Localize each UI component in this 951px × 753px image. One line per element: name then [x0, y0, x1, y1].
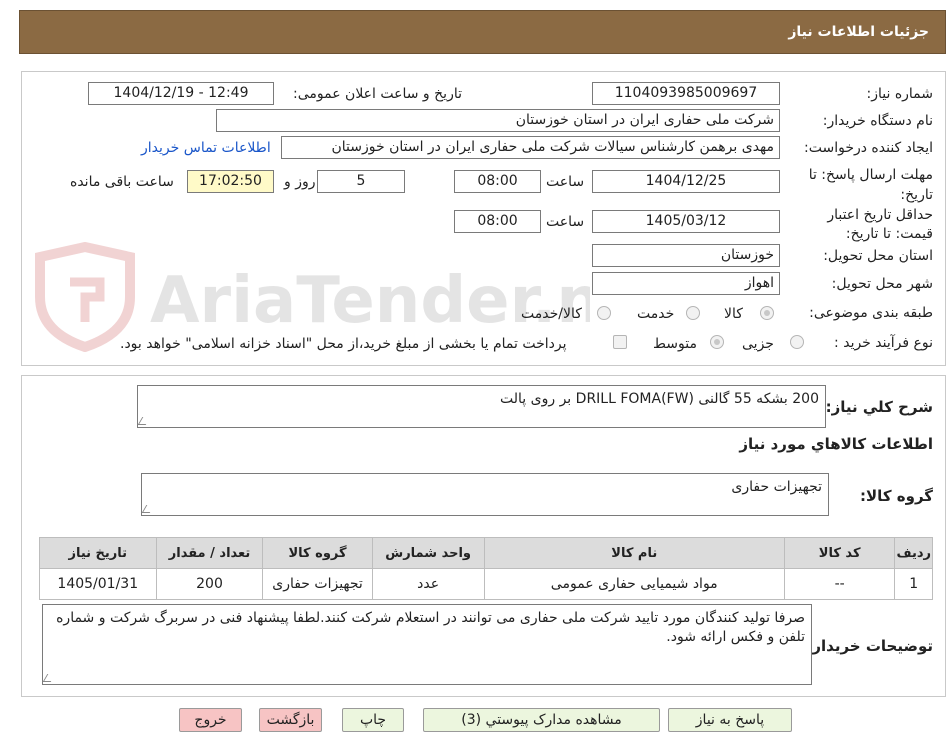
buyer-notes-text: صرفا تولید کنندگان مورد تایید شرکت ملی ح… — [56, 610, 805, 645]
cell-row: 1 — [894, 568, 933, 600]
back-button[interactable]: بازگشت — [259, 708, 322, 732]
province-field: خوزستان — [592, 244, 780, 267]
buyer-contact-link[interactable]: اطلاعات تماس خریدار — [141, 140, 271, 156]
creator-field: مهدی برهمن کارشناس سیالات شرکت ملی حفاری… — [281, 136, 780, 159]
resize-grip-icon[interactable] — [137, 417, 151, 425]
payment-note: پرداخت تمام یا بخشی از مبلغ خرید،از محل … — [120, 336, 567, 352]
goods-group-text: تجهیزات حفاری — [731, 479, 822, 495]
col-row: ردیف — [894, 537, 933, 569]
col-unit: واحد شمارش — [371, 537, 485, 569]
buyer-field: شرکت ملی حفاری ایران در استان خوزستان — [216, 109, 780, 132]
cell-group: تجهیزات حفاری — [262, 568, 373, 600]
page-title: جزئیات اطلاعات نیاز — [788, 24, 929, 40]
summary-text: 200 بشکه 55 گالنی DRILL FOMA(FW) بر روی … — [500, 391, 819, 407]
process-label: نوع فرآیند خرید : — [834, 335, 933, 351]
deadline-time-field: 08:00 — [454, 170, 541, 193]
deadline-date-field: 1404/12/25 — [592, 170, 780, 193]
category-label: طبقه بندی موضوعی: — [809, 305, 933, 321]
process-radio-medium[interactable] — [710, 335, 724, 349]
need-number-label: شماره نیاز: — [866, 86, 934, 102]
col-name: نام کالا — [483, 537, 785, 569]
exit-button[interactable]: خروج — [179, 708, 242, 732]
remaining-time-field: 17:02:50 — [187, 170, 274, 193]
reply-button[interactable]: پاسخ به نیاز — [668, 708, 792, 732]
process-option-medium: متوسط — [653, 336, 697, 352]
announce-field: 1404/12/19 - 12:49 — [88, 82, 274, 105]
table-header-row: ردیف کد کالا نام کالا واحد شمارش گروه کا… — [39, 537, 933, 569]
goods-table: ردیف کد کالا نام کالا واحد شمارش گروه کا… — [39, 537, 933, 600]
view-documents-button[interactable]: مشاهده مدارک پیوستي (3) — [423, 708, 660, 732]
cell-date: 1405/01/31 — [39, 568, 157, 600]
cell-qty: 200 — [155, 568, 264, 600]
table-row: 1 -- مواد شیمیایی حفاری عمومی عدد تجهیزا… — [39, 568, 933, 600]
validity-time-field: 08:00 — [454, 210, 541, 233]
need-number-field: 1104093985009697 — [592, 82, 780, 105]
buyer-notes-field: صرفا تولید کنندگان مورد تایید شرکت ملی ح… — [42, 604, 812, 685]
validity-time-label: ساعت — [546, 214, 585, 230]
buyer-notes-label: توضیحات خریدار: — [806, 637, 933, 655]
resize-grip-icon[interactable] — [141, 505, 155, 513]
print-button[interactable]: چاپ — [342, 708, 404, 732]
days-field: 5 — [317, 170, 405, 193]
creator-label: ایجاد کننده درخواست: — [804, 140, 933, 156]
process-option-minor: جزیی — [742, 336, 774, 352]
city-label: شهر محل تحویل: — [831, 276, 933, 292]
goods-group-field: تجهیزات حفاری — [141, 473, 829, 516]
treasury-checkbox[interactable] — [613, 335, 627, 349]
category-option-both: کالا/خدمت — [521, 306, 582, 322]
province-label: استان محل تحویل: — [823, 248, 933, 264]
buyer-label: نام دستگاه خریدار: — [822, 113, 933, 129]
announce-label: تاریخ و ساعت اعلان عمومی: — [293, 86, 462, 102]
category-option-service: خدمت — [637, 306, 675, 322]
col-code: کد کالا — [783, 537, 896, 569]
resize-grip-icon[interactable] — [42, 674, 56, 682]
goods-group-label: گروه کالا: — [860, 487, 933, 505]
city-field: اهواز — [592, 272, 780, 295]
category-radio-both[interactable] — [597, 306, 611, 320]
summary-field: 200 بشکه 55 گالنی DRILL FOMA(FW) بر روی … — [137, 385, 826, 428]
col-qty: تعداد / مقدار — [155, 537, 264, 569]
deadline-time-label: ساعت — [546, 174, 585, 190]
category-radio-service[interactable] — [686, 306, 700, 320]
category-option-goods: کالا — [724, 306, 743, 322]
cell-name: مواد شیمیایی حفاری عمومی — [483, 568, 785, 600]
category-radio-goods[interactable] — [760, 306, 774, 320]
col-group: گروه کالا — [262, 537, 373, 569]
deadline-label: مهلت ارسال پاسخ: تا تاریخ: — [808, 167, 933, 203]
remaining-label: ساعت باقی مانده — [70, 174, 174, 190]
page-header: جزئیات اطلاعات نیاز — [19, 10, 946, 54]
cell-code: -- — [783, 568, 896, 600]
validity-date-field: 1405/03/12 — [592, 210, 780, 233]
summary-label: شرح کلي نياز: — [825, 398, 933, 416]
days-label: روز و — [284, 174, 316, 190]
col-date: تاریخ نیاز — [39, 537, 157, 569]
validity-label: حداقل تاریخ اعتبار قیمت: تا تاریخ: — [827, 207, 933, 242]
goods-info-title: اطلاعات کالاهاي مورد نياز — [739, 435, 933, 453]
cell-unit: عدد — [371, 568, 485, 600]
process-radio-minor[interactable] — [790, 335, 804, 349]
